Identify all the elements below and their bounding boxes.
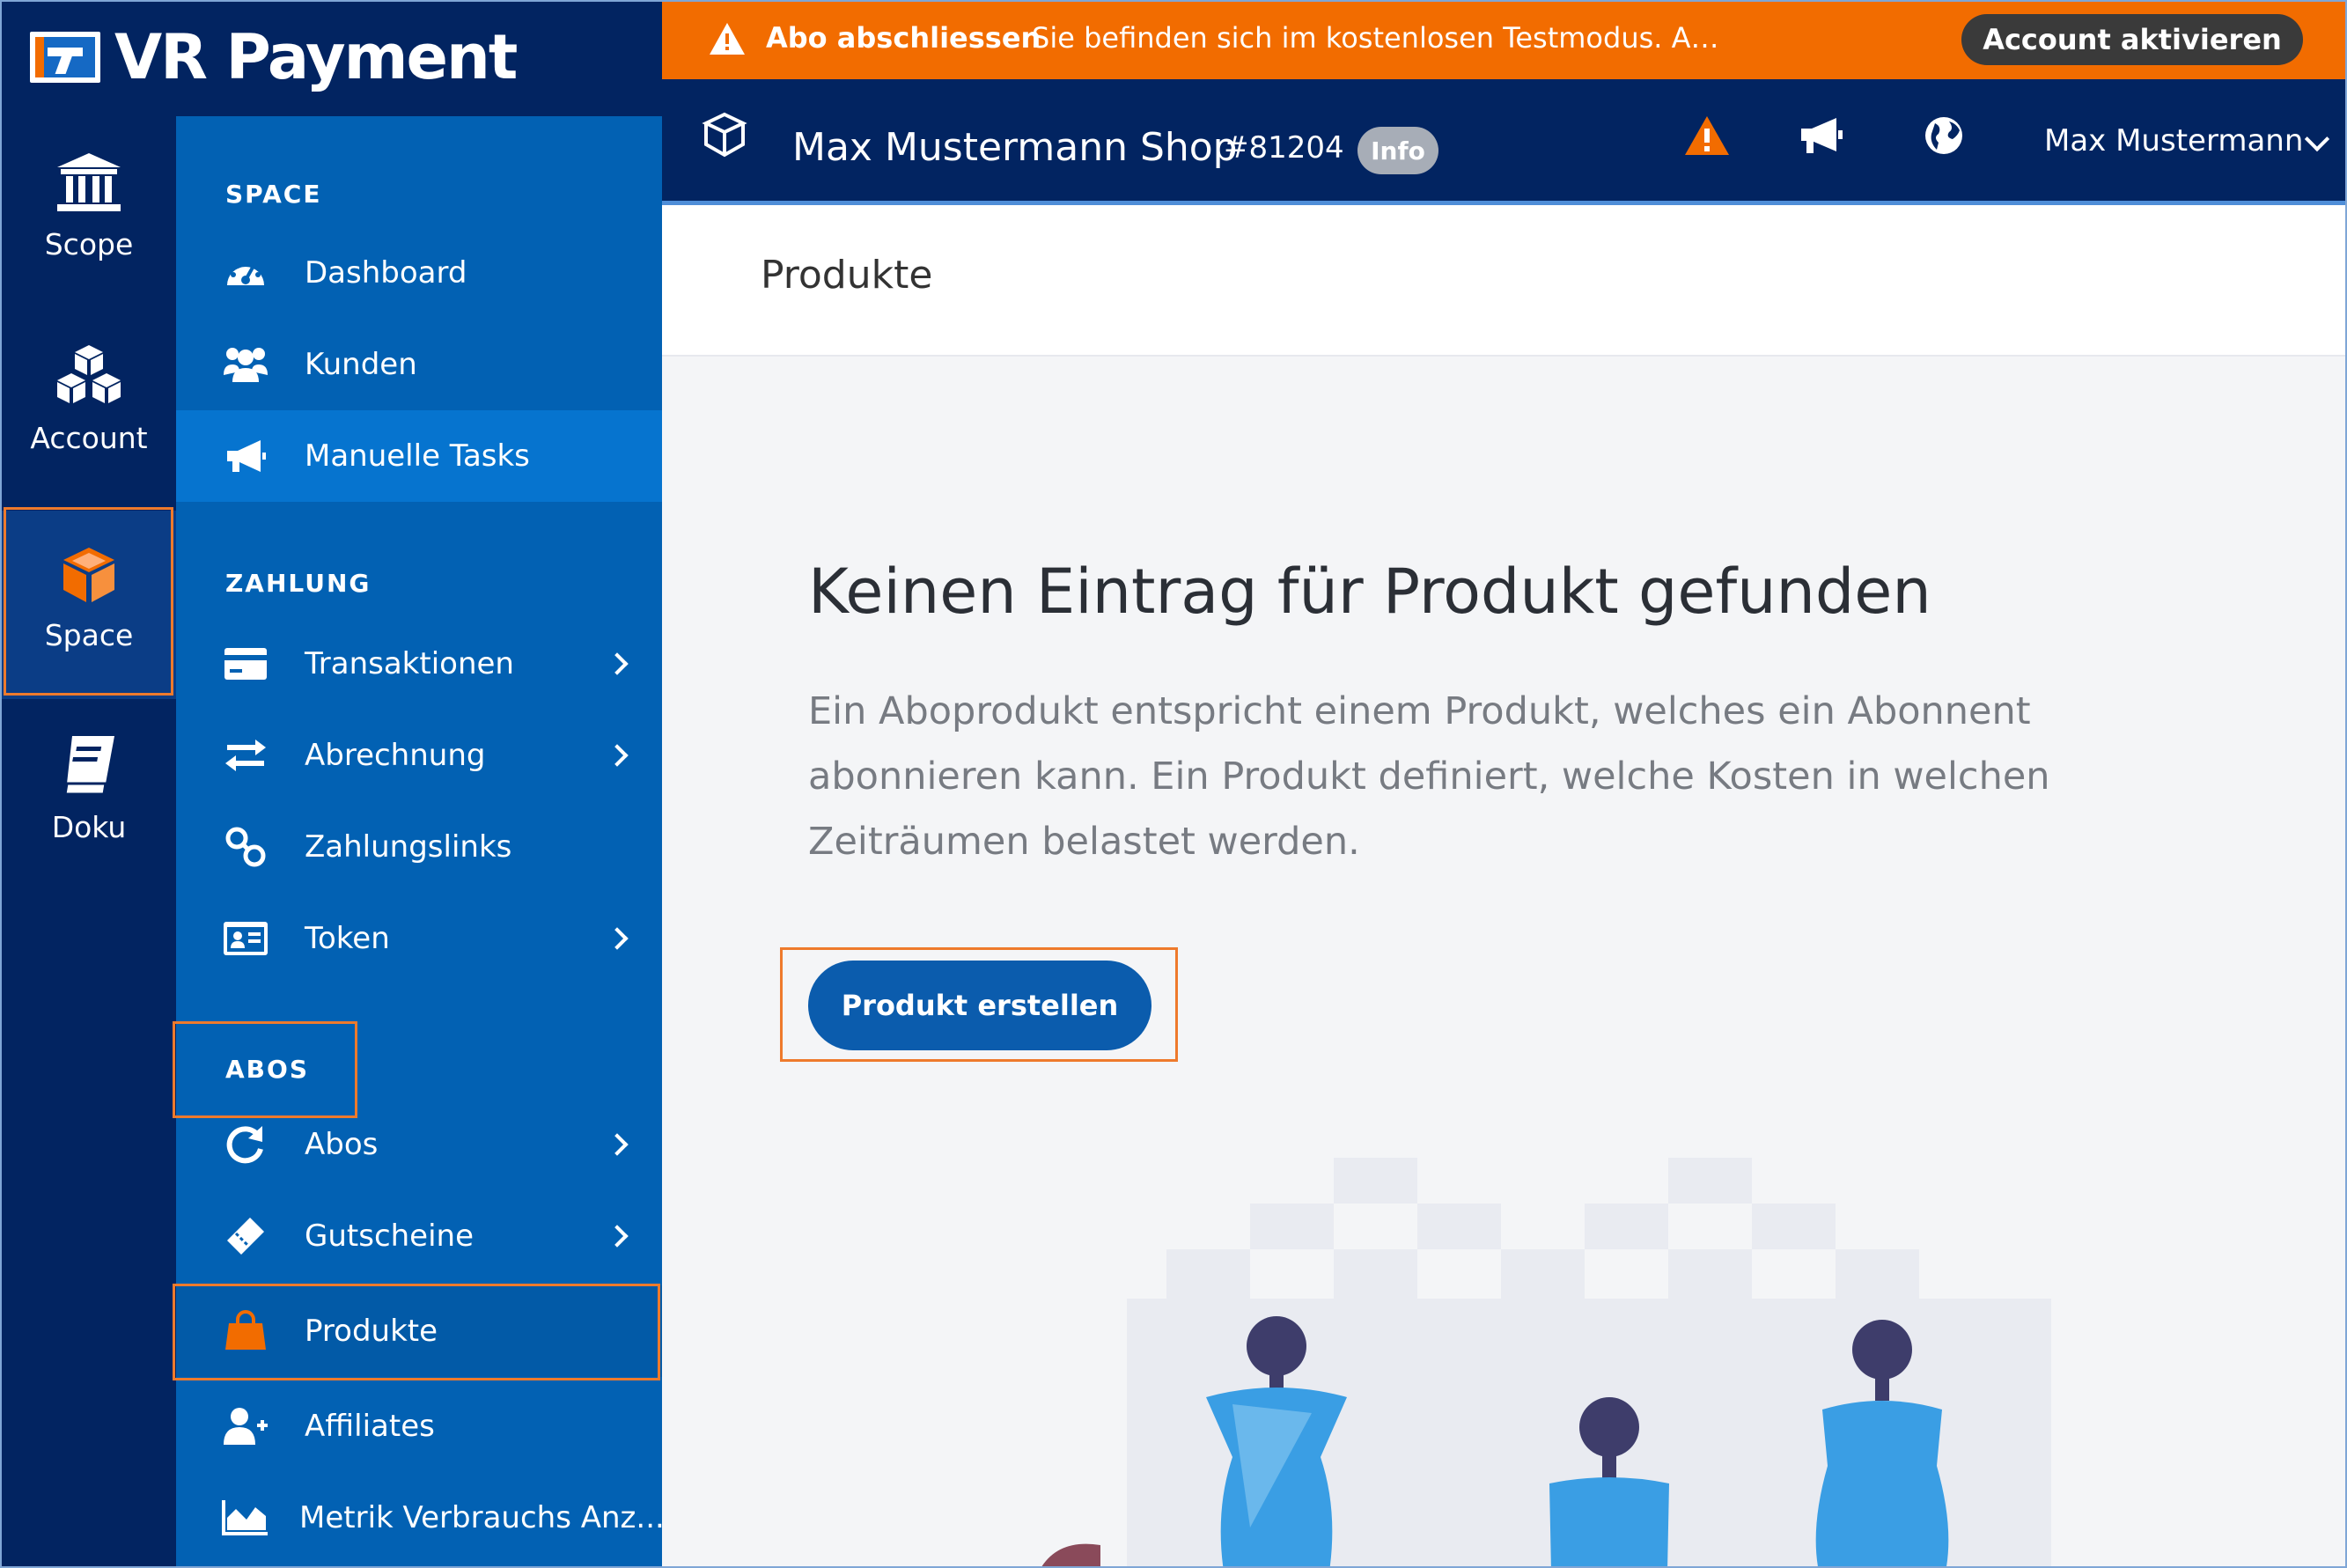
- user-menu[interactable]: Max Mustermann: [2044, 123, 2303, 158]
- rail-item-doku[interactable]: Doku: [2, 732, 176, 891]
- id-card-icon: [222, 915, 269, 962]
- megaphone-icon: [222, 432, 269, 480]
- chevron-right-icon: [606, 1225, 629, 1248]
- info-badge[interactable]: Info: [1357, 127, 1438, 174]
- chevron-right-icon: [606, 927, 629, 950]
- section-title-space: SPACE: [225, 180, 322, 209]
- create-product-button[interactable]: Produkt erstellen: [808, 961, 1151, 1050]
- sidebar-item-transaktionen[interactable]: Transaktionen: [176, 618, 662, 710]
- empty-state-heading: Keinen Eintrag für Produkt gefunden: [808, 556, 1931, 628]
- rail-label: Doku: [51, 810, 127, 844]
- shop-id: #81204: [1224, 130, 1344, 166]
- sidebar: SPACE Dashboard Kunden Manuelle Tasks ZA…: [176, 116, 665, 1566]
- sidebar-item-label: Metrik Verbrauchs Anz...: [299, 1500, 665, 1535]
- sidebar-item-gutscheine[interactable]: Gutscheine: [176, 1190, 662, 1282]
- exchange-icon: [222, 732, 269, 779]
- sidebar-item-metrik[interactable]: Metrik Verbrauchs Anz...: [176, 1472, 665, 1564]
- space-cube-icon: [702, 112, 747, 158]
- sidebar-item-zahlungslinks[interactable]: Zahlungslinks: [176, 801, 662, 893]
- sidebar-item-manuelle-tasks[interactable]: Manuelle Tasks: [176, 410, 662, 502]
- sidebar-item-label: Zahlungslinks: [305, 829, 512, 865]
- rail-item-scope[interactable]: Scope: [2, 150, 176, 308]
- shop-name[interactable]: Max Mustermann Shop: [792, 125, 1238, 170]
- app-window: VR Payment Scope Account Space Doku SPAC…: [0, 0, 2347, 1568]
- ticket-icon: [222, 1212, 269, 1260]
- sidebar-item-kunden[interactable]: Kunden: [176, 319, 662, 410]
- link-icon: [222, 823, 269, 871]
- sidebar-item-affiliates[interactable]: Affiliates: [176, 1380, 662, 1472]
- activate-account-button[interactable]: Account aktivieren: [1961, 14, 2303, 65]
- brand-name: VR Payment: [114, 21, 518, 93]
- chevron-right-icon: [606, 744, 629, 767]
- alert-icon[interactable]: [1683, 114, 1731, 158]
- megaphone-icon[interactable]: [1798, 114, 1845, 157]
- sidebar-item-label: Manuelle Tasks: [305, 438, 530, 474]
- sidebar-item-dashboard[interactable]: Dashboard: [176, 227, 662, 319]
- chevron-right-icon: [606, 1133, 629, 1156]
- cubes-icon: [57, 345, 121, 403]
- globe-icon[interactable]: [1923, 114, 1965, 157]
- user-plus-icon: [222, 1402, 269, 1450]
- sidebar-item-label: Produkte: [305, 1314, 438, 1349]
- sidebar-item-label: Abrechnung: [305, 738, 486, 773]
- empty-state-illustration: [1041, 1158, 2051, 1566]
- space-header: Max Mustermann Shop #81204 Info Max Must…: [662, 79, 2345, 205]
- empty-state: Keinen Eintrag für Produkt gefunden Ein …: [662, 357, 2345, 1566]
- sidebar-item-abrechnung[interactable]: Abrechnung: [176, 710, 662, 801]
- chevron-down-icon[interactable]: [2304, 126, 2330, 152]
- sidebar-item-label: Affiliates: [305, 1409, 435, 1444]
- brand-header: VR Payment: [2, 2, 662, 116]
- rail-label: Account: [30, 421, 148, 455]
- refresh-icon: [222, 1121, 269, 1168]
- rail-label: Space: [44, 618, 134, 652]
- section-title-abos: ABOS: [225, 1055, 309, 1084]
- sidebar-item-label: Gutscheine: [305, 1218, 475, 1254]
- page-title: Produkte: [761, 253, 933, 298]
- trial-warning-bar: Abo abschliessen Sie befinden sich im ko…: [662, 2, 2345, 79]
- bank-icon: [57, 153, 121, 211]
- rail-item-account[interactable]: Account: [2, 342, 176, 500]
- main-rail: Scope Account Space Doku: [2, 116, 176, 1566]
- users-icon: [222, 341, 269, 388]
- sidebar-item-abos[interactable]: Abos: [176, 1099, 662, 1190]
- sidebar-item-label: Kunden: [305, 347, 417, 382]
- dashboard-icon: [222, 249, 269, 297]
- vr-logo-icon: [30, 32, 100, 83]
- sidebar-item-label: Abos: [305, 1127, 379, 1162]
- sidebar-item-produkte[interactable]: Produkte: [176, 1285, 662, 1377]
- rail-item-space[interactable]: Space: [2, 511, 176, 699]
- sidebar-item-token[interactable]: Token: [176, 893, 662, 984]
- chevron-right-icon: [606, 652, 629, 675]
- warning-icon: [710, 23, 745, 55]
- cube-icon: [63, 548, 114, 602]
- book-icon: [63, 736, 114, 796]
- warning-title[interactable]: Abo abschliessen: [766, 21, 1041, 55]
- credit-card-icon: [222, 640, 269, 688]
- empty-state-description: Ein Aboprodukt entspricht einem Produkt,…: [808, 689, 2050, 864]
- sidebar-item-label: Transaktionen: [305, 646, 514, 681]
- page-header: Produkte: [662, 205, 2345, 357]
- sidebar-item-label: Token: [305, 921, 390, 956]
- shopping-bag-icon: [222, 1307, 269, 1355]
- rail-label: Scope: [44, 227, 134, 261]
- area-chart-icon: [222, 1494, 269, 1542]
- sidebar-item-label: Dashboard: [305, 255, 467, 291]
- warning-message: Sie befinden sich im kostenlosen Testmod…: [1032, 21, 1727, 55]
- section-title-zahlung: ZAHLUNG: [225, 569, 372, 598]
